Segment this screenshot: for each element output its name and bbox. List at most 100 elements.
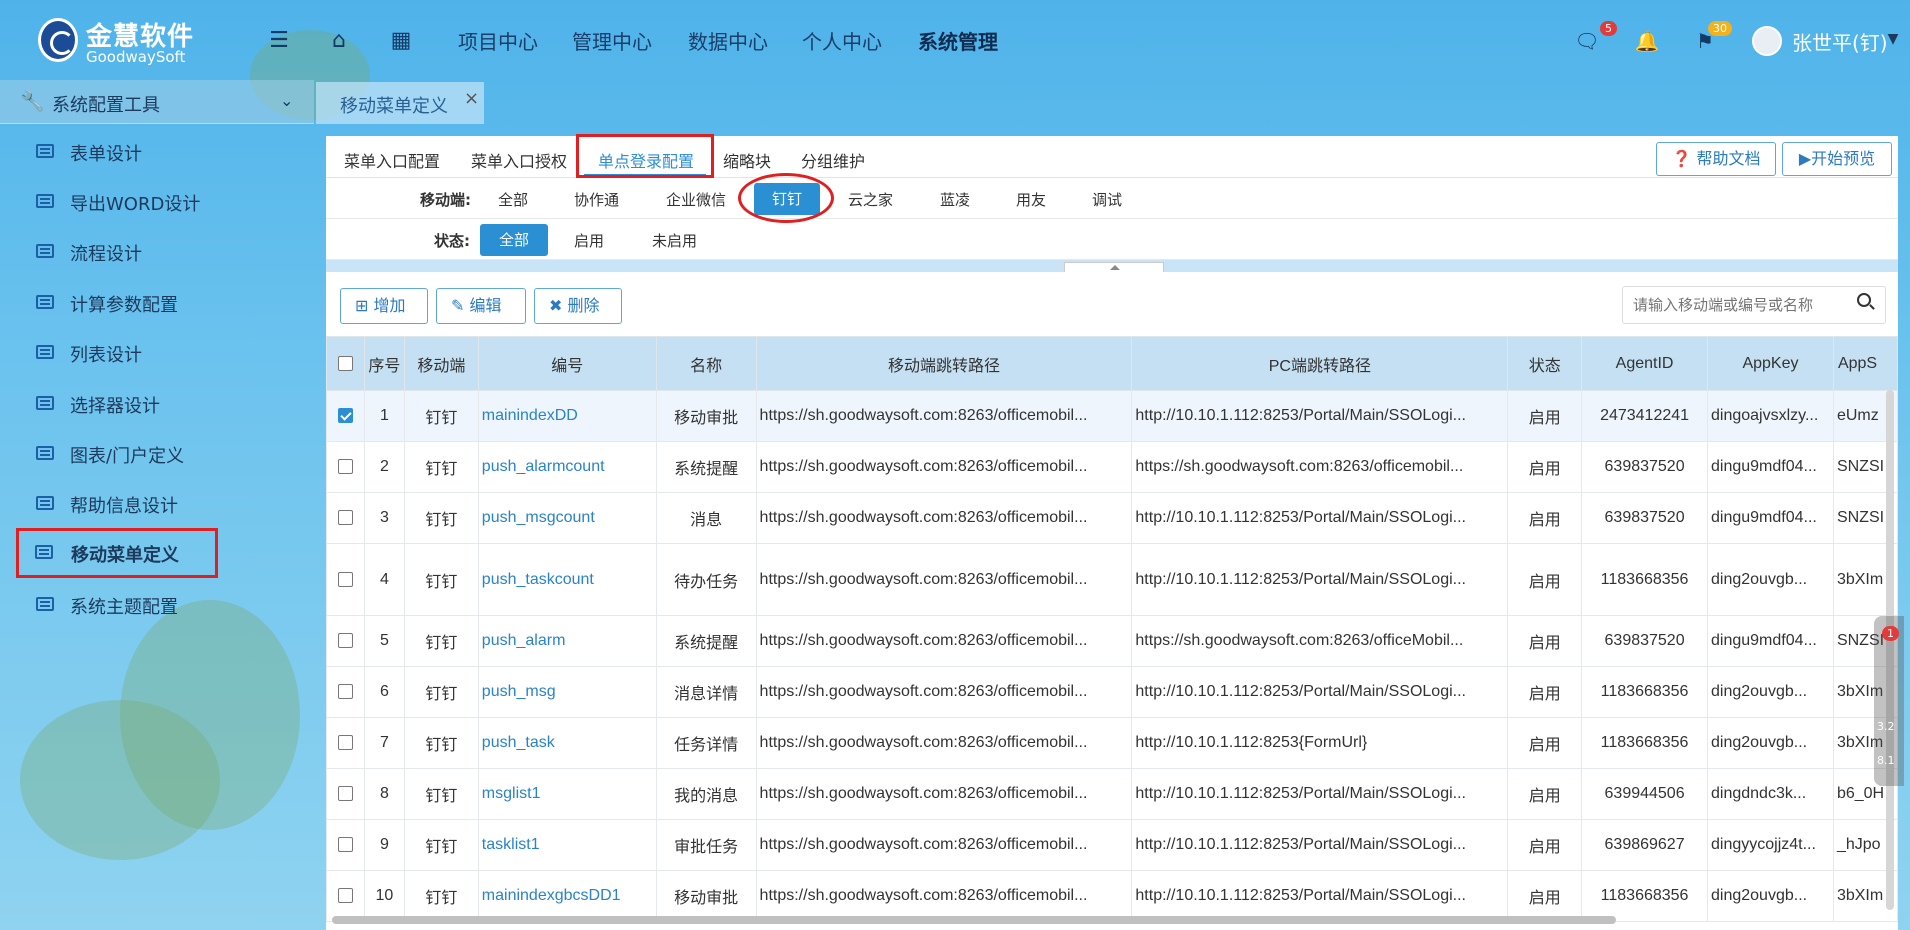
bell-icon[interactable]: 🔔: [1634, 28, 1660, 54]
nav-management-center[interactable]: 管理中心: [572, 26, 652, 55]
cell-code[interactable]: push_taskcount: [477, 543, 657, 616]
cell-mpath: https://sh.goodwaysoft.com:8263/officemo…: [755, 441, 1133, 493]
cell-code[interactable]: msglist1: [477, 768, 657, 820]
mobile-option-all[interactable]: 全部: [498, 189, 528, 210]
chevron-down-icon[interactable]: ▼: [1880, 26, 1906, 52]
horizontal-scrollbar[interactable]: [332, 916, 1616, 924]
column-header[interactable]: AppKey: [1707, 336, 1834, 391]
cell-code[interactable]: push_task: [477, 717, 657, 769]
sidebar-group-header[interactable]: 🔧 系统配置工具 ⌄: [0, 80, 314, 124]
table-row[interactable]: 4 钉钉 push_taskcount 待办任务 https://sh.goodways…: [326, 543, 1898, 616]
nav-personal-center[interactable]: 个人中心: [802, 26, 882, 55]
nav-project-center[interactable]: 项目中心: [458, 26, 538, 55]
table-row[interactable]: 3 钉钉 push_msgcount 消息 https://sh.goodwaysoft…: [326, 492, 1898, 544]
collapse-toggle[interactable]: [1064, 262, 1164, 272]
sidebar-item-word-export[interactable]: 导出WORD设计: [18, 178, 218, 224]
row-checkbox[interactable]: [337, 459, 353, 475]
avatar[interactable]: [1752, 26, 1782, 56]
column-header[interactable]: AppS: [1832, 336, 1898, 391]
logo[interactable]: 金慧软件 GoodwaySoft: [38, 16, 198, 66]
cell-code[interactable]: mainindexgbcsDD1: [477, 870, 657, 922]
sidebar-item-label: 图表/门户定义: [70, 446, 185, 467]
sidebar-item-mobile-menu[interactable]: 移动菜单定义: [16, 528, 218, 578]
mobile-option-debug[interactable]: 调试: [1092, 189, 1122, 210]
column-header[interactable]: AgentID: [1581, 336, 1708, 391]
table-row[interactable]: 9 钉钉 tasklist1 审批任务 https://sh.goodwaysoft.c…: [326, 819, 1898, 871]
search-icon[interactable]: [1857, 293, 1871, 307]
cell-code[interactable]: push_msgcount: [477, 492, 657, 544]
preview-label: ▶开始预览: [1798, 149, 1876, 168]
mobile-option-landray[interactable]: 蓝凌: [940, 189, 970, 210]
nav-system-management[interactable]: 系统管理: [918, 26, 998, 55]
mobile-option-xiezuotong[interactable]: 协作通: [574, 189, 619, 210]
table-row[interactable]: 8 钉钉 msglist1 我的消息 https://sh.goodwaysoft.co…: [326, 768, 1898, 820]
table-row[interactable]: 7 钉钉 push_task 任务详情 https://sh.goodwaysoft.c…: [326, 717, 1898, 769]
tab-menu-entry-config[interactable]: 菜单入口配置: [344, 148, 440, 172]
mobile-option-yonyou[interactable]: 用友: [1016, 189, 1046, 210]
cell-code[interactable]: push_alarm: [477, 615, 657, 667]
cell-code[interactable]: push_msg: [477, 666, 657, 718]
floating-speed-widget[interactable]: 1 3.2 8.1: [1874, 616, 1904, 786]
tab-menu-entry-auth[interactable]: 菜单入口授权: [471, 148, 567, 172]
column-header[interactable]: 序号: [363, 336, 405, 391]
row-checkbox[interactable]: [337, 408, 353, 424]
menu-list-icon[interactable]: ☰: [266, 28, 292, 54]
tab-mobile-menu[interactable]: 移动菜单定义 ×: [316, 82, 484, 124]
sidebar-item-chart-portal[interactable]: 图表/门户定义: [18, 430, 218, 476]
tab-title: 移动菜单定义: [340, 96, 448, 117]
cell-end: 钉钉: [403, 666, 479, 718]
column-header[interactable]: 名称: [655, 336, 757, 391]
nav-data-center[interactable]: 数据中心: [688, 26, 768, 55]
cell-code[interactable]: push_alarmcount: [477, 441, 657, 493]
home-icon[interactable]: ⌂: [326, 28, 352, 54]
column-header[interactable]: PC端跳转路径: [1131, 336, 1509, 391]
row-checkbox[interactable]: [337, 888, 353, 904]
sidebar-item-selector-design[interactable]: 选择器设计: [18, 380, 218, 426]
edit-button[interactable]: ✎ 编辑: [436, 288, 526, 324]
select-all-cell: [326, 336, 365, 391]
help-doc-button[interactable]: ❓ 帮助文档: [1656, 142, 1776, 176]
delete-button[interactable]: ✖ 删除: [534, 288, 622, 324]
search-input[interactable]: [1633, 295, 1843, 315]
mobile-option-yunzhijia[interactable]: 云之家: [848, 189, 893, 210]
tab-thumbnail[interactable]: 缩略块: [723, 148, 771, 172]
sidebar-item-form-design[interactable]: 表单设计: [18, 128, 218, 174]
sidebar-item-list-design[interactable]: 列表设计: [18, 329, 218, 375]
mobile-option-wechat-work[interactable]: 企业微信: [666, 189, 726, 210]
cell-code[interactable]: mainindexDD: [477, 390, 657, 442]
row-checkbox[interactable]: [337, 684, 353, 700]
chat-icon[interactable]: 🗨: [1574, 28, 1600, 54]
column-header[interactable]: 移动端跳转路径: [755, 336, 1133, 391]
row-checkbox[interactable]: [337, 786, 353, 802]
table-row[interactable]: 5 钉钉 push_alarm 系统提醒 https://sh.goodwaysoft.…: [326, 615, 1898, 667]
column-header[interactable]: 状态: [1507, 336, 1583, 391]
row-select-cell: [326, 492, 365, 544]
row-checkbox[interactable]: [337, 837, 353, 853]
status-option-disabled[interactable]: 未启用: [652, 230, 697, 251]
sidebar-item-theme-config[interactable]: 系统主题配置: [18, 581, 218, 627]
table-row[interactable]: 10 钉钉 mainindexgbcsDD1 移动审批 https://sh.goodw…: [326, 870, 1898, 922]
column-header[interactable]: 编号: [477, 336, 657, 391]
sidebar-item-calc-params[interactable]: 计算参数配置: [18, 279, 218, 325]
status-option-enabled[interactable]: 启用: [574, 230, 604, 251]
user-name[interactable]: 张世平(钉): [1792, 27, 1888, 56]
row-checkbox[interactable]: [337, 571, 353, 587]
status-option-all[interactable]: 全部: [480, 224, 548, 256]
cell-code[interactable]: tasklist1: [477, 819, 657, 871]
cell-end: 钉钉: [403, 819, 479, 871]
sidebar-item-help-info[interactable]: 帮助信息设计: [18, 480, 218, 526]
row-checkbox[interactable]: [337, 510, 353, 526]
add-button[interactable]: ⊞ 增加: [340, 288, 428, 324]
column-header[interactable]: 移动端: [403, 336, 479, 391]
table-row[interactable]: 6 钉钉 push_msg 消息详情 https://sh.goodwaysoft.co…: [326, 666, 1898, 718]
row-checkbox[interactable]: [337, 633, 353, 649]
sidebar-item-flow-design[interactable]: 流程设计: [18, 228, 218, 274]
tab-group-maintain[interactable]: 分组维护: [801, 148, 865, 172]
close-icon[interactable]: ×: [464, 88, 479, 109]
table-row[interactable]: 2 钉钉 push_alarmcount 系统提醒 https://sh.goodway…: [326, 441, 1898, 493]
select-all-checkbox[interactable]: [337, 355, 353, 371]
grid-icon[interactable]: ▦: [388, 28, 414, 54]
row-checkbox[interactable]: [337, 735, 353, 751]
start-preview-button[interactable]: ▶开始预览: [1782, 142, 1892, 176]
table-row[interactable]: 1 钉钉 mainindexDD 移动审批 https://sh.goodwaysoft…: [326, 390, 1898, 442]
